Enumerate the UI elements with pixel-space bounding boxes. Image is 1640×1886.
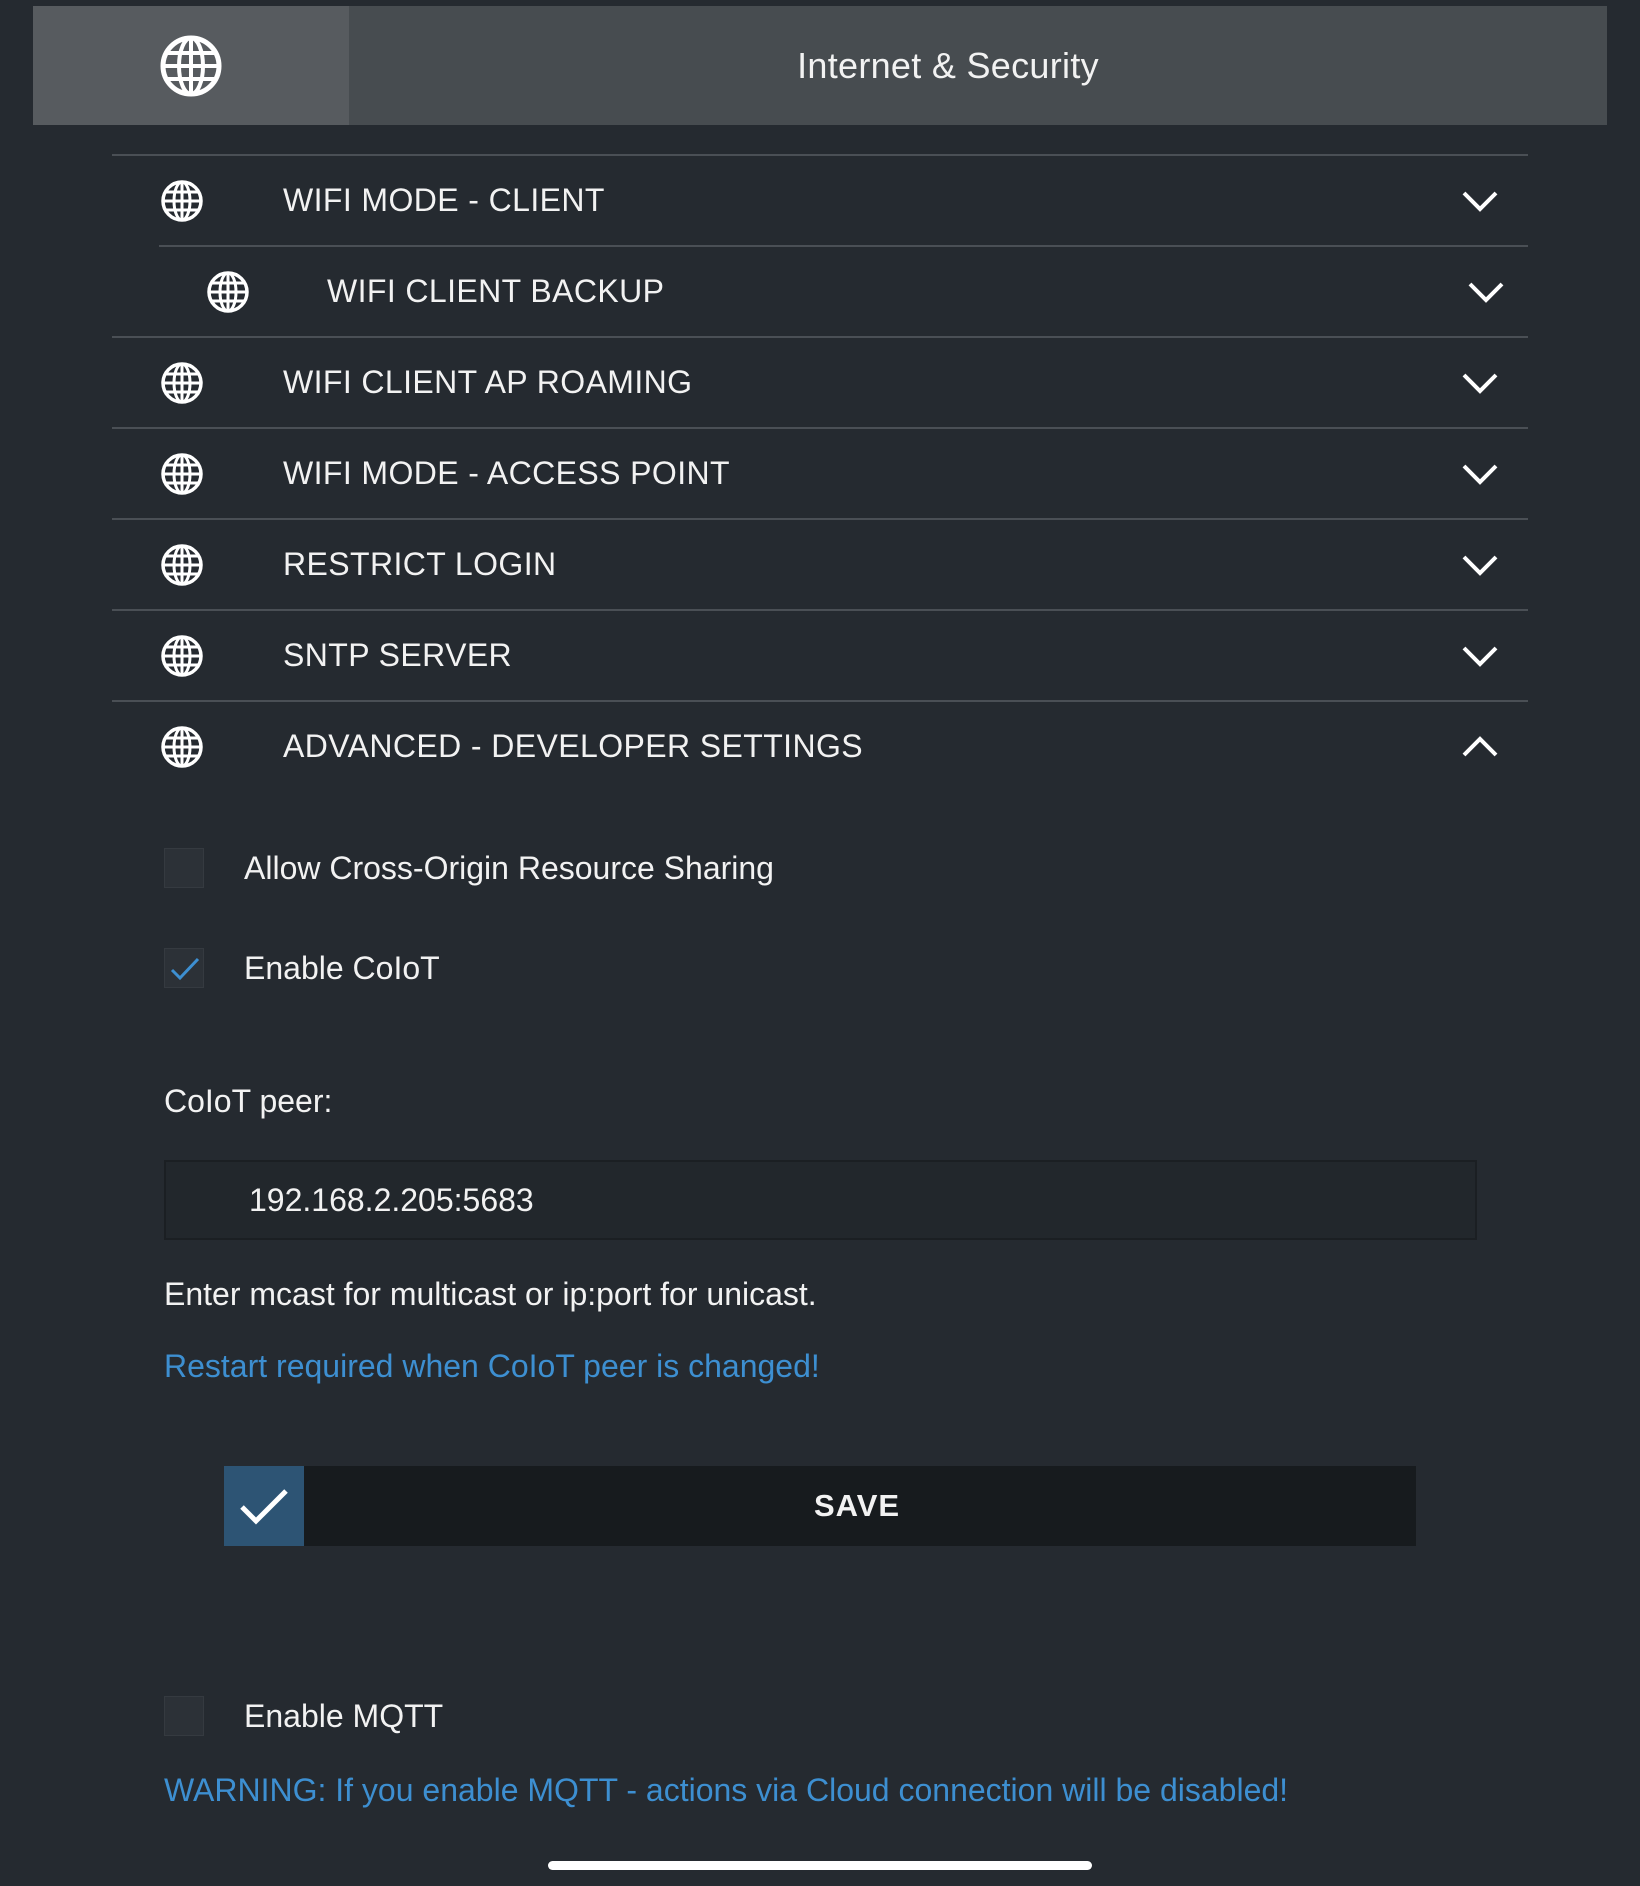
coiot-peer-hint: Enter mcast for multicast or ip:port for…: [164, 1276, 817, 1312]
chevron-down-icon: [1468, 282, 1504, 303]
section-wifi-client-backup[interactable]: WIFI CLIENT BACKUP: [159, 245, 1528, 336]
chevron-down-icon: [1462, 191, 1498, 212]
chevron-down-icon: [1462, 373, 1498, 394]
section-restrict-login[interactable]: RESTRICT LOGIN: [112, 518, 1528, 609]
save-button[interactable]: SAVE: [224, 1466, 1416, 1546]
globe-icon: [207, 270, 249, 313]
coiot-label: Enable CoIoT: [244, 949, 440, 986]
section-wifi-client-ap-roaming[interactable]: WIFI CLIENT AP ROAMING: [112, 336, 1528, 427]
mqtt-warning: WARNING: If you enable MQTT - actions vi…: [164, 1772, 1289, 1808]
section-label: SNTP SERVER: [283, 637, 513, 673]
section-wifi-mode-client[interactable]: WIFI MODE - CLIENT: [112, 154, 1528, 245]
section-label: RESTRICT LOGIN: [283, 546, 557, 582]
mqtt-label: Enable MQTT: [244, 1697, 444, 1734]
save-button-label: SAVE: [813, 1488, 901, 1523]
settings-sections: WIFI MODE - CLIENT WIFI CLIENT BACKUP WI: [112, 154, 1528, 791]
globe-icon: [161, 634, 203, 677]
chevron-down-icon: [1462, 646, 1498, 667]
home-indicator: [548, 1861, 1092, 1870]
cors-option[interactable]: Allow Cross-Origin Resource Sharing: [164, 848, 774, 888]
cors-checkbox[interactable]: [164, 848, 204, 888]
save-check-box: [224, 1466, 304, 1546]
section-label: WIFI MODE - ACCESS POINT: [283, 455, 730, 491]
coiot-peer-input[interactable]: [164, 1160, 1477, 1240]
mqtt-checkbox[interactable]: [164, 1696, 204, 1736]
section-advanced-developer-settings[interactable]: ADVANCED - DEVELOPER SETTINGS: [112, 700, 1528, 791]
section-label: WIFI CLIENT BACKUP: [327, 273, 665, 309]
globe-icon: [161, 452, 203, 495]
coiot-option[interactable]: Enable CoIoT: [164, 948, 440, 988]
globe-icon: [161, 361, 203, 404]
checkmark-icon: [170, 957, 200, 981]
cors-label: Allow Cross-Origin Resource Sharing: [244, 849, 774, 886]
page-title: Internet & Security: [797, 44, 1099, 86]
coiot-peer-label: CoIoT peer:: [164, 1083, 333, 1119]
mqtt-option[interactable]: Enable MQTT: [164, 1696, 443, 1736]
section-label: WIFI MODE - CLIENT: [283, 182, 605, 218]
chevron-down-icon: [1462, 555, 1498, 576]
header-icon-box[interactable]: [33, 6, 349, 125]
globe-icon: [160, 35, 222, 96]
app-header: Internet & Security: [33, 6, 1607, 125]
checkmark-icon: [240, 1489, 288, 1525]
chevron-up-icon: [1462, 735, 1498, 756]
restart-warning: Restart required when CoIoT peer is chan…: [164, 1348, 820, 1384]
section-sntp-server[interactable]: SNTP SERVER: [112, 609, 1528, 700]
globe-icon: [161, 725, 203, 768]
chevron-down-icon: [1462, 464, 1498, 485]
globe-icon: [161, 543, 203, 586]
globe-icon: [161, 179, 203, 222]
section-label: ADVANCED - DEVELOPER SETTINGS: [283, 728, 864, 764]
section-label: WIFI CLIENT AP ROAMING: [283, 364, 693, 400]
coiot-checkbox[interactable]: [164, 948, 204, 988]
section-wifi-mode-access-point[interactable]: WIFI MODE - ACCESS POINT: [112, 427, 1528, 518]
